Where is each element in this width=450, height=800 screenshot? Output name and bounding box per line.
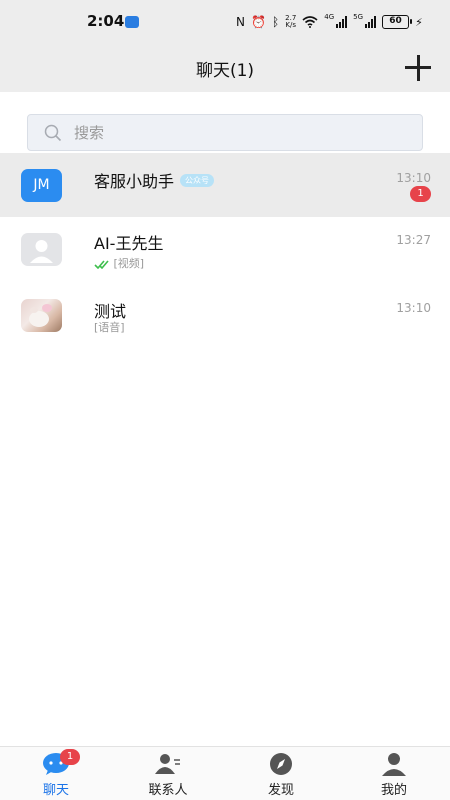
search-bar[interactable] [27, 114, 423, 151]
chat-item-ai[interactable]: AI-王先生 13:27 [视频] [0, 217, 450, 281]
nav-tab-discover[interactable]: 发现 [225, 747, 337, 800]
nav-tab-chat[interactable]: 1 聊天 [0, 747, 112, 800]
chat-time: 13:27 [396, 233, 431, 247]
bottom-nav: 1 聊天 联系人 发现 我的 [0, 746, 450, 800]
nav-tab-contacts[interactable]: 联系人 [112, 747, 224, 800]
nav-tab-me[interactable]: 我的 [338, 747, 450, 800]
chat-item-service[interactable]: JM 客服小助手 公众号 13:10 1 [0, 153, 450, 217]
network-speed: 2.7 K/s [285, 15, 296, 29]
header-bar: 聊天(1) [0, 44, 450, 92]
chat-preview: [语音] [94, 321, 125, 334]
nfc-icon: N [236, 15, 245, 29]
status-icons: N ⏰ ᛒ 2.7 K/s 4G 5G 60 ⚡ [236, 13, 423, 31]
chat-name-text: 客服小助手 [94, 172, 175, 191]
network-type-2: 5G [353, 13, 364, 21]
search-icon [44, 124, 62, 142]
wifi-icon [302, 16, 318, 28]
plus-icon[interactable] [403, 53, 433, 83]
bluetooth-icon: ᛒ [271, 15, 280, 29]
battery-icon: 60 [382, 15, 413, 29]
unread-badge: 1 [410, 186, 431, 202]
chat-time: 13:10 [396, 301, 431, 315]
double-check-icon [94, 259, 109, 269]
official-account-tag: 公众号 [180, 174, 215, 187]
avatar [21, 299, 62, 332]
chat-item-test[interactable]: 测试 13:10 [语音] [0, 284, 450, 348]
chat-preview-text: [视频] [113, 257, 145, 270]
chat-time: 13:10 [396, 171, 431, 185]
avatar [21, 233, 62, 266]
chat-name: 客服小助手 公众号 [94, 168, 215, 192]
nav-label: 发现 [267, 783, 294, 798]
nav-label: 联系人 [148, 783, 188, 798]
nav-label: 我的 [380, 783, 407, 798]
signal-icon-1 [336, 16, 348, 28]
signal-icon-2 [365, 16, 377, 28]
search-input[interactable] [74, 115, 404, 150]
network-type-1: 4G [324, 13, 335, 21]
photo-avatar-image [29, 304, 52, 327]
avatar: JM [21, 169, 62, 202]
default-avatar-icon [30, 240, 53, 263]
status-time: 2:04 [87, 12, 125, 30]
contacts-icon [155, 754, 180, 774]
charging-icon: ⚡ [415, 15, 423, 29]
chat-name: AI-王先生 [94, 234, 164, 253]
notification-app-icon [125, 16, 139, 28]
nav-label: 聊天 [42, 783, 69, 798]
network-speed-unit: K/s [285, 21, 297, 29]
alarm-icon: ⏰ [250, 15, 266, 29]
nav-badge: 1 [60, 749, 80, 765]
page-title: 聊天(1) [195, 61, 255, 81]
person-icon [382, 753, 406, 776]
status-bar: 2:04 N ⏰ ᛒ 2.7 K/s 4G 5G 60 ⚡ [0, 0, 450, 44]
compass-icon [270, 753, 292, 775]
chat-preview: [视频] [94, 255, 144, 271]
